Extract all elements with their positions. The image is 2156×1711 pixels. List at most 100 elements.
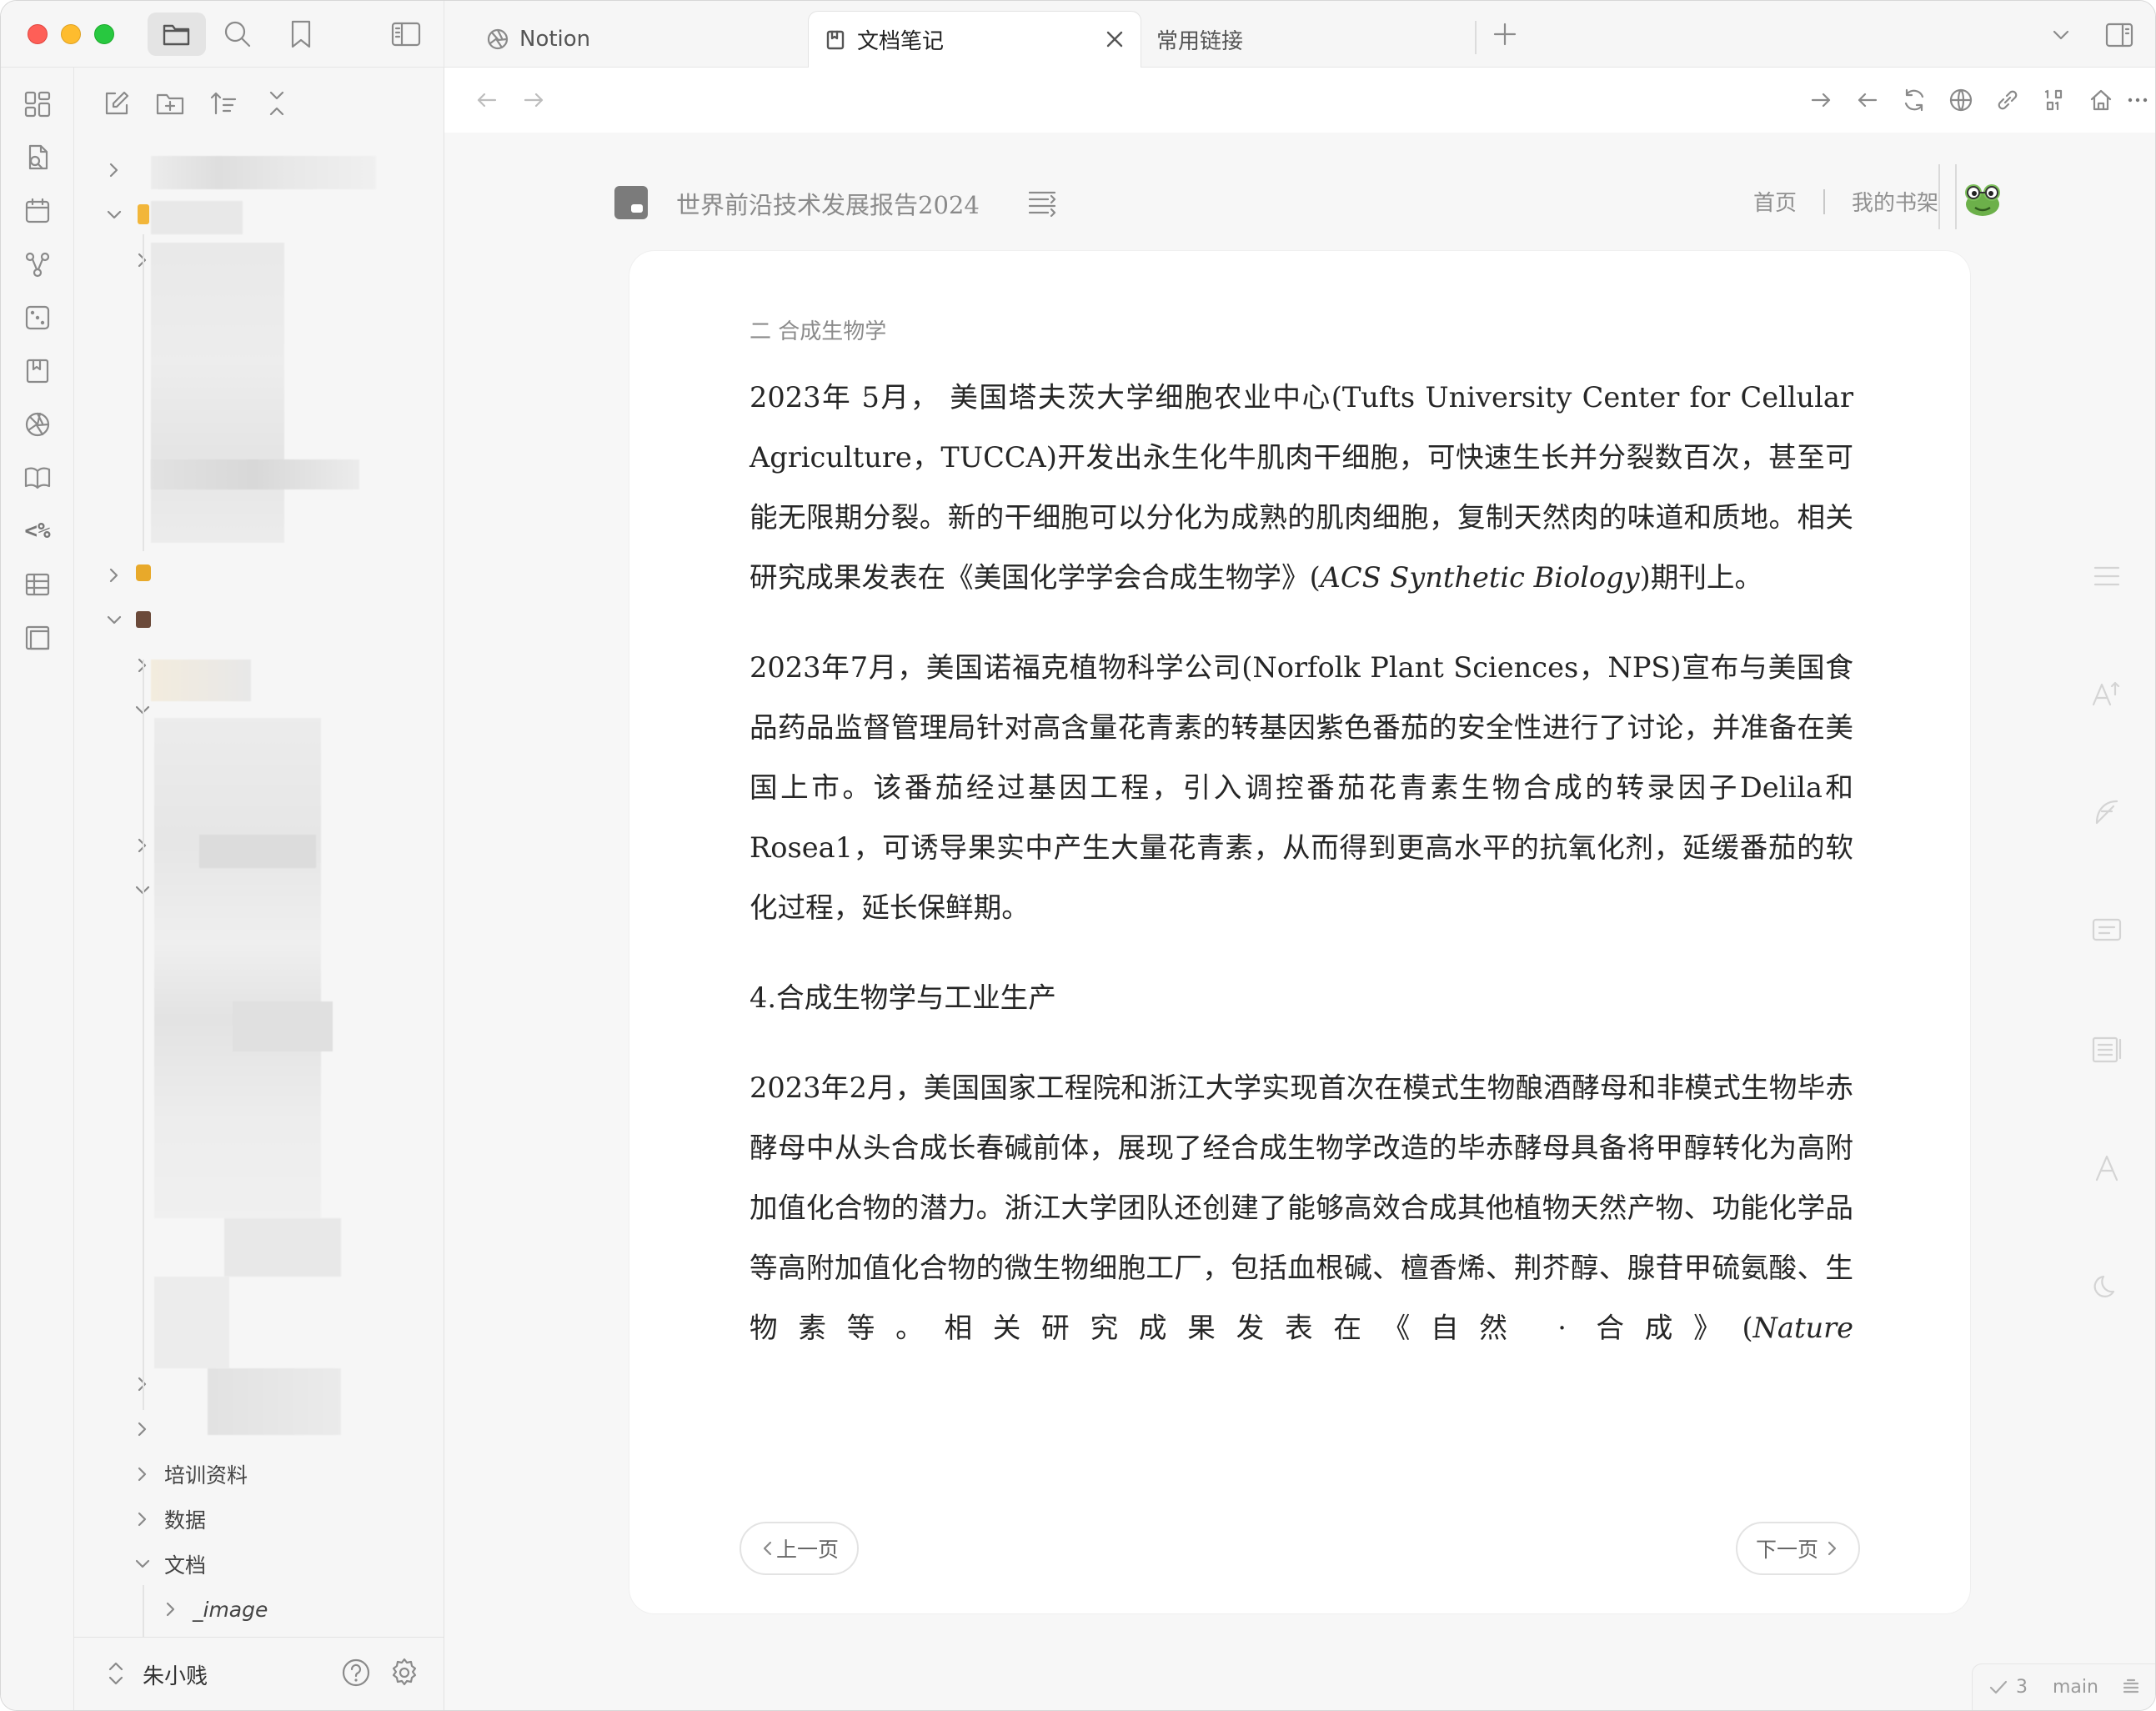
back-arrow-icon[interactable] xyxy=(469,83,504,118)
home-link[interactable]: 首页 xyxy=(1753,186,1797,217)
menu-lines-icon[interactable] xyxy=(2088,558,2125,595)
tree-item-label: 文档 xyxy=(164,1553,207,1578)
book-icon[interactable] xyxy=(21,354,54,388)
chevron-down-icon xyxy=(107,210,122,219)
bookshelf-link[interactable]: 我的书架 xyxy=(1852,186,1938,217)
redacted-block xyxy=(199,835,316,868)
globe-icon[interactable] xyxy=(1943,83,1978,118)
tab-label: 常用链接 xyxy=(1156,28,1244,54)
comment-icon[interactable] xyxy=(2088,913,2125,950)
table-icon[interactable] xyxy=(21,568,54,601)
tree-row[interactable] xyxy=(103,600,136,641)
tree-item-docs[interactable]: 文档 xyxy=(131,1543,206,1585)
close-tab-icon[interactable] xyxy=(1104,28,1126,50)
reader-links: 首页 我的书架 xyxy=(1753,186,1938,217)
frog-avatar[interactable] xyxy=(1960,176,2005,221)
home-icon[interactable] xyxy=(2083,83,2118,118)
search-icon[interactable] xyxy=(221,18,254,51)
feather-icon[interactable] xyxy=(2088,795,2125,831)
italic-title: ACS Synthetic Biology xyxy=(1320,561,1640,594)
dashboard-icon[interactable] xyxy=(21,88,54,121)
sidebar-header xyxy=(1,1,444,68)
book-title[interactable]: 世界前沿技术发展报告2024 xyxy=(676,186,980,221)
file-search-icon[interactable] xyxy=(21,141,54,174)
code-percent-icon[interactable]: <% xyxy=(21,514,54,548)
bookmark-icon[interactable] xyxy=(284,18,318,51)
new-tab-icon[interactable] xyxy=(1490,19,1520,49)
list-settings-icon[interactable] xyxy=(2088,1031,2125,1068)
page-content: 2023年 5月， 美国塔夫茨大学细胞农业中心(Tufts University… xyxy=(750,368,1853,1388)
tab-doc-notes[interactable]: 文档笔记 xyxy=(808,11,1141,68)
toggle-sidebar-icon[interactable] xyxy=(389,18,423,51)
tree-row[interactable] xyxy=(103,554,136,596)
new-note-icon[interactable] xyxy=(99,86,134,121)
folder-emoji-icon xyxy=(136,611,151,628)
forward-arrow-icon[interactable] xyxy=(516,83,551,118)
redacted-block xyxy=(151,156,376,189)
tree-row[interactable] xyxy=(131,1363,164,1405)
git-branch[interactable]: main xyxy=(2053,1677,2098,1698)
tab-common-links[interactable]: 常用链接 xyxy=(1156,11,1406,68)
close-window-button[interactable] xyxy=(28,24,48,44)
zoom-window-button[interactable] xyxy=(94,24,114,44)
italic-title: Nature xyxy=(1752,1312,1853,1344)
minimize-window-button[interactable] xyxy=(61,24,81,44)
refresh-icon[interactable] xyxy=(1897,83,1932,118)
aperture-icon[interactable] xyxy=(21,408,54,441)
chevron-right-icon xyxy=(166,1602,175,1617)
explorer-actions xyxy=(99,86,294,121)
help-icon[interactable] xyxy=(339,1656,373,1689)
tab-list-chevron-icon[interactable] xyxy=(2047,21,2075,49)
tree-row[interactable] xyxy=(131,1408,164,1450)
link-icon[interactable] xyxy=(1990,83,2025,118)
random-note-icon[interactable] xyxy=(21,301,54,334)
file-explorer-icon[interactable] xyxy=(148,13,206,56)
link-divider xyxy=(1823,188,1825,214)
chevron-left-icon xyxy=(763,1541,772,1556)
open-book-icon[interactable] xyxy=(21,461,54,494)
redacted-block xyxy=(151,660,251,701)
chevron-right-icon xyxy=(138,1467,147,1482)
table-of-contents-icon[interactable] xyxy=(1026,188,1060,218)
prev-page-button[interactable]: 上一页 xyxy=(740,1522,860,1575)
bookmark-ribbon-icon[interactable] xyxy=(1938,164,1957,229)
stack-icon[interactable] xyxy=(2120,1677,2142,1698)
tab-notion[interactable]: Notion xyxy=(486,11,803,68)
collapse-all-icon[interactable] xyxy=(259,86,294,121)
dark-mode-icon[interactable] xyxy=(2088,1268,2125,1305)
tree-row[interactable] xyxy=(103,194,136,236)
tree-item-label: _image xyxy=(193,1597,268,1622)
ribbon: <% xyxy=(1,68,74,1710)
sync-count[interactable]: 3 xyxy=(2016,1677,2028,1698)
new-folder-icon[interactable] xyxy=(153,86,188,121)
vault-name[interactable]: 朱小贱 xyxy=(143,1659,208,1690)
calendar-icon[interactable] xyxy=(21,194,54,228)
redacted-block xyxy=(208,1368,341,1435)
binary-code-icon[interactable] xyxy=(2037,83,2072,118)
go-forward-icon[interactable] xyxy=(1803,83,1838,118)
font-size-icon[interactable] xyxy=(2088,676,2125,713)
more-options-icon[interactable] xyxy=(2120,83,2155,118)
settings-gear-icon[interactable] xyxy=(388,1656,421,1689)
prev-page-label: 上一页 xyxy=(776,1538,840,1562)
tree-guide xyxy=(143,234,144,551)
slides-icon[interactable] xyxy=(21,621,54,655)
vault-switcher-icon[interactable] xyxy=(104,1659,128,1688)
graph-view-icon[interactable] xyxy=(21,248,54,281)
tree-item-image[interactable]: _image xyxy=(159,1588,268,1630)
next-page-button[interactable]: 下一页 xyxy=(1735,1522,1860,1575)
sort-icon[interactable] xyxy=(206,86,241,121)
tree-item-training[interactable]: 培训资料 xyxy=(131,1453,248,1495)
font-family-icon[interactable] xyxy=(2088,1150,2125,1187)
book-tab-icon xyxy=(826,30,845,49)
go-back-icon[interactable] xyxy=(1850,83,1885,118)
tree-row[interactable] xyxy=(103,149,136,191)
chevron-down-icon xyxy=(135,1559,150,1568)
window-controls xyxy=(28,24,114,44)
tree-item-data[interactable]: 数据 xyxy=(131,1498,206,1540)
paragraph-text: 2023年2月，美国国家工程院和浙江大学实现首次在模式生物酿酒酵母和非模式生物毕… xyxy=(750,1071,1853,1344)
status-bar: 3 main xyxy=(1972,1663,2155,1710)
chapter-title: 二 合成生物学 xyxy=(750,319,887,344)
redacted-block xyxy=(233,1001,333,1051)
toggle-right-sidebar-icon[interactable] xyxy=(2103,19,2135,51)
